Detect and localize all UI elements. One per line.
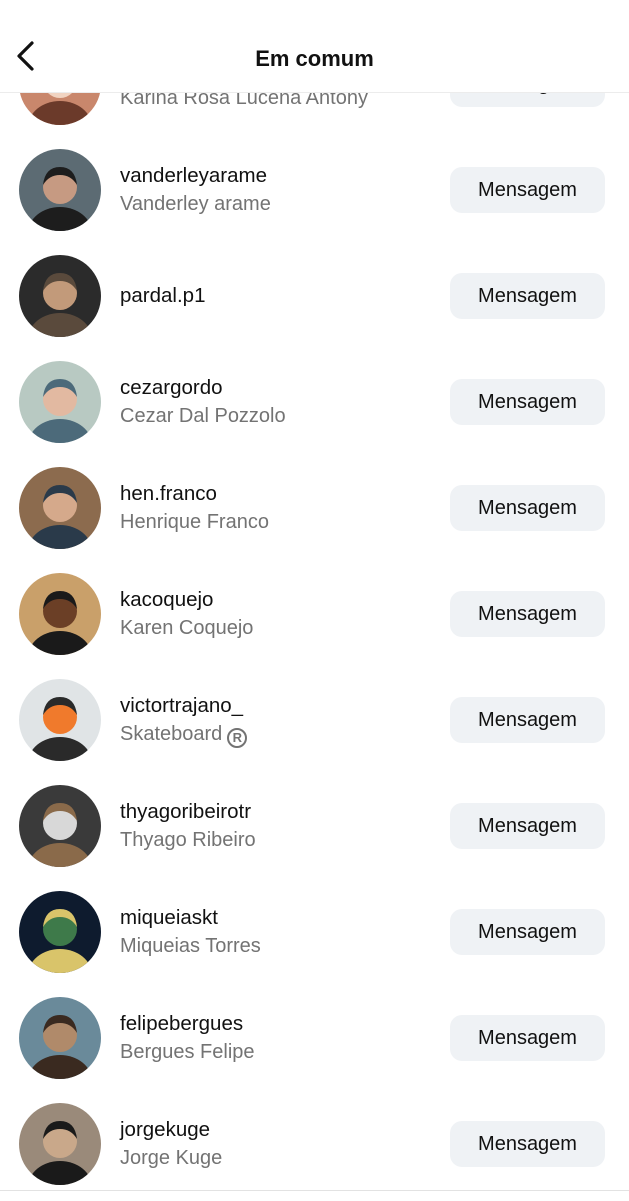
full-name-text: Karina Rosa Lucena Antony bbox=[120, 92, 368, 109]
full-name-text: Thyago Ribeiro bbox=[120, 829, 256, 851]
full-name-text: Karen Coquejo bbox=[120, 617, 254, 639]
message-button[interactable]: Mensagem bbox=[450, 1015, 605, 1061]
user-info[interactable]: victortrajano_ Skateboard R bbox=[120, 667, 430, 773]
message-button[interactable]: Mensagem bbox=[450, 1121, 605, 1167]
message-button[interactable]: Mensagem bbox=[450, 697, 605, 743]
avatar[interactable] bbox=[19, 361, 101, 443]
user-info[interactable]: karryooKarina Rosa Lucena Antony bbox=[120, 92, 430, 137]
message-button[interactable]: Mensagem bbox=[450, 92, 605, 107]
avatar[interactable] bbox=[19, 997, 101, 1079]
username[interactable]: hen.franco bbox=[120, 480, 430, 508]
full-name-text: Jorge Kuge bbox=[120, 1147, 223, 1169]
full-name: Bergues Felipe bbox=[120, 1038, 430, 1066]
user-info[interactable]: felipebergues Bergues Felipe bbox=[120, 985, 430, 1091]
full-name: Miqueias Torres bbox=[120, 932, 430, 960]
list-item[interactable]: karryooKarina Rosa Lucena Antony Mensagem bbox=[0, 92, 629, 137]
user-info[interactable]: vanderleyarame Vanderley arame bbox=[120, 137, 430, 243]
user-info[interactable]: miqueiaskt Miqueias Torres bbox=[120, 879, 430, 985]
username[interactable]: pardal.p1 bbox=[120, 282, 430, 310]
message-button[interactable]: Mensagem bbox=[450, 803, 605, 849]
avatar[interactable] bbox=[19, 149, 101, 231]
registered-icon: R bbox=[227, 728, 248, 748]
avatar[interactable] bbox=[19, 1103, 101, 1185]
username[interactable]: cezargordo bbox=[120, 374, 430, 402]
full-name-text: Skateboard bbox=[120, 723, 223, 745]
avatar[interactable] bbox=[19, 255, 101, 337]
list-item[interactable]: cezargordo Cezar Dal Pozzolo Mensagem bbox=[0, 349, 629, 455]
mutual-followers-list[interactable]: karryooKarina Rosa Lucena Antony Mensagem… bbox=[0, 92, 629, 1190]
avatar[interactable] bbox=[19, 679, 101, 761]
user-info[interactable]: thyagoribeirotr Thyago Ribeiro bbox=[120, 773, 430, 879]
full-name: Cezar Dal Pozzolo bbox=[120, 402, 430, 430]
username[interactable]: victortrajano_ bbox=[120, 692, 430, 720]
full-name: Henrique Franco bbox=[120, 508, 430, 536]
full-name-text: Cezar Dal Pozzolo bbox=[120, 405, 286, 427]
list-item[interactable]: miqueiaskt Miqueias Torres Mensagem bbox=[0, 879, 629, 985]
list-item[interactable]: kacoquejo Karen Coquejo Mensagem bbox=[0, 561, 629, 667]
user-info[interactable]: pardal.p1 bbox=[120, 243, 430, 349]
avatar[interactable] bbox=[19, 92, 101, 125]
message-button[interactable]: Mensagem bbox=[450, 167, 605, 213]
user-info[interactable]: jorgekuge Jorge Kuge bbox=[120, 1091, 430, 1190]
message-button[interactable]: Mensagem bbox=[450, 379, 605, 425]
list-item[interactable]: thyagoribeirotr Thyago Ribeiro Mensagem bbox=[0, 773, 629, 879]
full-name: Karen Coquejo bbox=[120, 614, 430, 642]
list-item[interactable]: vanderleyarame Vanderley arame Mensagem bbox=[0, 137, 629, 243]
username[interactable]: vanderleyarame bbox=[120, 162, 430, 190]
avatar[interactable] bbox=[19, 891, 101, 973]
username[interactable]: felipebergues bbox=[120, 1010, 430, 1038]
username[interactable]: jorgekuge bbox=[120, 1116, 430, 1144]
full-name-text: Miqueias Torres bbox=[120, 935, 261, 957]
full-name: Thyago Ribeiro bbox=[120, 826, 430, 854]
username[interactable]: miqueiaskt bbox=[120, 904, 430, 932]
user-info[interactable]: cezargordo Cezar Dal Pozzolo bbox=[120, 349, 430, 455]
full-name-text: Henrique Franco bbox=[120, 511, 269, 533]
avatar[interactable] bbox=[19, 573, 101, 655]
top-bar: Em comum bbox=[0, 0, 629, 93]
user-info[interactable]: kacoquejo Karen Coquejo bbox=[120, 561, 430, 667]
message-button[interactable]: Mensagem bbox=[450, 909, 605, 955]
full-name: Skateboard R bbox=[120, 720, 430, 748]
list-item[interactable]: hen.franco Henrique Franco Mensagem bbox=[0, 455, 629, 561]
list-item[interactable]: felipebergues Bergues Felipe Mensagem bbox=[0, 985, 629, 1091]
username[interactable]: thyagoribeirotr bbox=[120, 798, 430, 826]
full-name: Karina Rosa Lucena Antony bbox=[120, 92, 430, 112]
message-button[interactable]: Mensagem bbox=[450, 591, 605, 637]
bottom-divider bbox=[0, 1190, 629, 1201]
avatar[interactable] bbox=[19, 467, 101, 549]
full-name: Vanderley arame bbox=[120, 190, 430, 218]
message-button[interactable]: Mensagem bbox=[450, 273, 605, 319]
full-name: Jorge Kuge bbox=[120, 1144, 430, 1172]
full-name-text: Vanderley arame bbox=[120, 193, 271, 215]
page-title: Em comum bbox=[255, 46, 374, 71]
message-button[interactable]: Mensagem bbox=[450, 485, 605, 531]
list-item[interactable]: jorgekuge Jorge Kuge Mensagem bbox=[0, 1091, 629, 1190]
full-name-text: Bergues Felipe bbox=[120, 1041, 255, 1063]
avatar[interactable] bbox=[19, 785, 101, 867]
user-info[interactable]: hen.franco Henrique Franco bbox=[120, 455, 430, 561]
username[interactable]: kacoquejo bbox=[120, 586, 430, 614]
list-item[interactable]: pardal.p1 Mensagem bbox=[0, 243, 629, 349]
list-item[interactable]: victortrajano_ Skateboard R Mensagem bbox=[0, 667, 629, 773]
